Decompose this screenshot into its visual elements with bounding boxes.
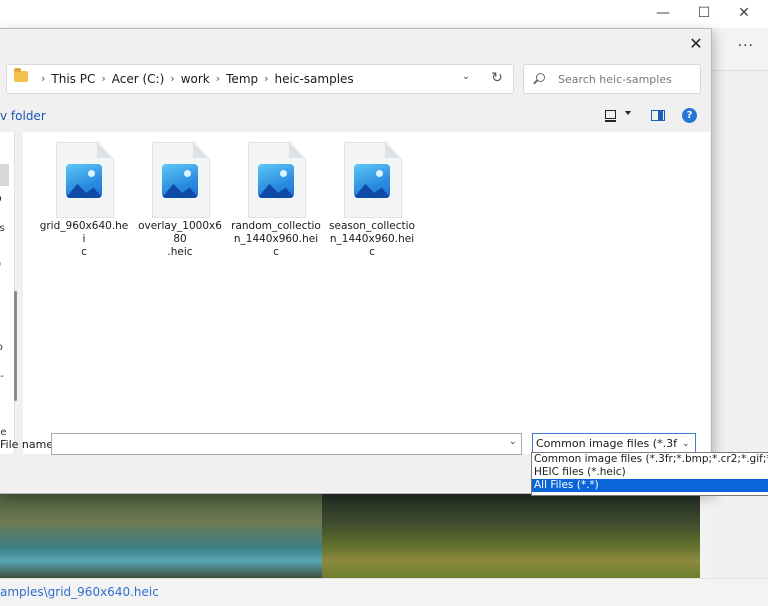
help-icon[interactable]: ? [682, 108, 697, 123]
dialog-toolbar: v folder ? [0, 101, 711, 131]
close-window-icon[interactable]: ✕ [733, 3, 755, 23]
nav-item[interactable]: e [0, 397, 14, 413]
chevron-right-icon[interactable]: › [264, 65, 268, 93]
background-side-panel [711, 70, 768, 579]
nav-item[interactable]: D [0, 192, 14, 208]
file-type-option-common-images[interactable]: Common image files (*.3fr;*.bmp;*.cr2;*.… [532, 453, 768, 466]
nav-item-label: :) [0, 259, 1, 270]
breadcrumb-heic-samples[interactable]: heic-samples [275, 65, 354, 93]
nav-selected-highlight [0, 164, 9, 186]
minimize-icon[interactable]: — [652, 3, 674, 23]
file-type-selected-value: Common image files (*.3fr;*.bn [536, 434, 678, 454]
file-name-label: overlay_1000x680.heic [135, 220, 225, 259]
navigation-scrollbar[interactable] [14, 291, 17, 401]
status-bar: amples\grid_960x640.heic [0, 578, 768, 606]
file-thumbnail [248, 142, 304, 216]
breadcrumb-this-pc[interactable]: This PC [51, 65, 95, 93]
file-item-grid[interactable]: grid_960x640.heic [39, 142, 129, 259]
background-photo-meadow [322, 492, 700, 578]
file-item-random-collection[interactable]: random_collection_1440x960.heic [231, 142, 321, 259]
address-history-dropdown-icon[interactable]: ⌄ [459, 71, 473, 85]
nav-item-label: lls [0, 223, 5, 234]
preview-pane-icon[interactable] [651, 110, 665, 121]
address-bar[interactable]: › This PC › Acer (C:) › work › Temp › he… [6, 64, 514, 94]
view-layout-icon [605, 110, 616, 119]
file-name-input[interactable] [55, 434, 495, 454]
image-icon [258, 164, 294, 198]
file-thumbnail [344, 142, 400, 216]
file-thumbnail [56, 142, 112, 216]
file-list: grid_960x640.heic overlay_1000x680.heic … [23, 132, 710, 454]
navigation-pane: D lls :) e lo o- e ne [0, 132, 15, 454]
background-photo-pool [0, 492, 322, 578]
open-file-dialog: ✕ › This PC › Acer (C:) › work › Temp › … [0, 28, 712, 494]
chevron-down-icon[interactable]: ⌄ [682, 434, 690, 454]
search-box[interactable] [523, 64, 701, 94]
refresh-icon[interactable]: ↻ [489, 70, 505, 86]
image-icon [354, 164, 390, 198]
breadcrumb: › This PC › Acer (C:) › work › Temp › he… [35, 65, 354, 93]
dialog-close-icon[interactable]: ✕ [686, 34, 706, 54]
status-file-path: amples\grid_960x640.heic [0, 585, 159, 599]
chevron-right-icon: › [41, 65, 45, 93]
caret-down-icon [625, 111, 631, 115]
nav-item-label: lo [0, 342, 3, 353]
file-name-combobox[interactable]: ⌄ [51, 433, 522, 455]
nav-item[interactable]: lls [0, 221, 14, 237]
chevron-right-icon[interactable]: › [101, 65, 105, 93]
nav-item-label: o- [0, 371, 4, 382]
file-item-season-collection[interactable]: season_collection_1440x960.heic [327, 142, 417, 259]
file-name-label: season_collection_1440x960.heic [327, 220, 417, 259]
new-folder-button[interactable]: v folder [0, 109, 46, 123]
file-type-dropdown-list: Common image files (*.3fr;*.bmp;*.cr2;*.… [531, 452, 768, 496]
breadcrumb-temp[interactable]: Temp [226, 65, 258, 93]
nav-item[interactable]: :) [0, 257, 14, 273]
search-input[interactable] [558, 65, 696, 93]
maximize-icon[interactable]: ☐ [693, 3, 715, 23]
file-name-label-text: File name: [0, 438, 57, 451]
file-type-option-heic[interactable]: HEIC files (*.heic) [532, 466, 768, 479]
chevron-down-icon[interactable]: ⌄ [509, 437, 517, 447]
chevron-right-icon[interactable]: › [216, 65, 220, 93]
nav-item-label: ne [0, 427, 7, 438]
change-view-button[interactable] [603, 109, 633, 123]
breadcrumb-drive-c[interactable]: Acer (C:) [112, 65, 165, 93]
folder-icon [14, 71, 28, 82]
more-options-icon[interactable]: ··· [738, 38, 754, 54]
background-titlebar: — ☐ ✕ [0, 0, 768, 28]
nav-item[interactable]: lo [0, 340, 14, 356]
nav-item[interactable]: e [0, 313, 14, 329]
breadcrumb-work[interactable]: work [181, 65, 210, 93]
file-name-label: random_collection_1440x960.heic [231, 220, 321, 259]
file-name-label: grid_960x640.heic [39, 220, 129, 259]
nav-item-label: D [0, 194, 2, 205]
nav-item[interactable]: o- [0, 369, 14, 385]
image-icon [162, 164, 198, 198]
image-icon [66, 164, 102, 198]
file-item-overlay[interactable]: overlay_1000x680.heic [135, 142, 225, 259]
chevron-right-icon[interactable]: › [170, 65, 174, 93]
search-icon [536, 73, 545, 82]
file-thumbnail [152, 142, 208, 216]
file-type-option-all-files[interactable]: All Files (*.*) [532, 479, 768, 492]
